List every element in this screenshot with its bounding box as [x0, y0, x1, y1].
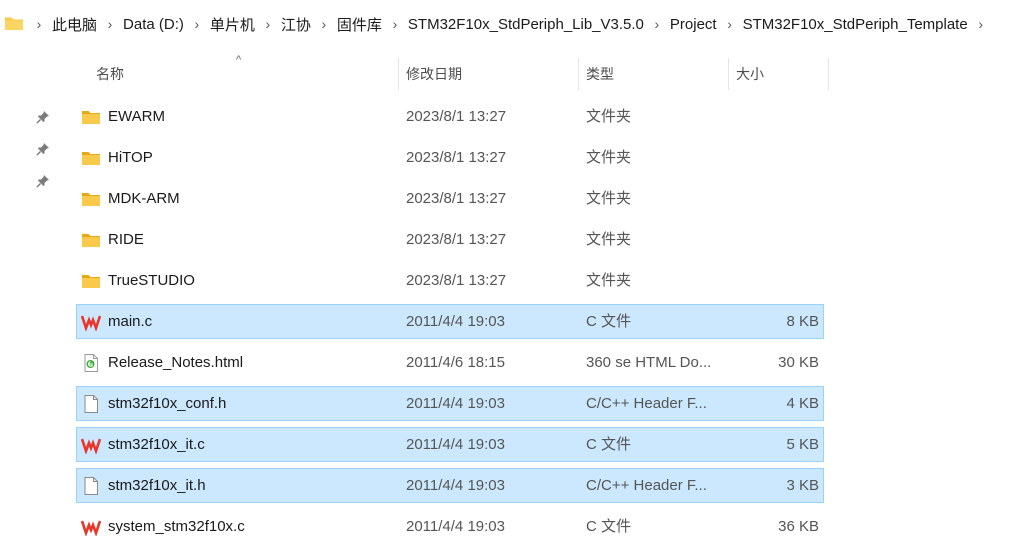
file-name: TrueSTUDIO: [108, 272, 195, 289]
sort-ascending-icon: ^: [236, 54, 242, 66]
file-date: 2023/8/1 13:27: [406, 272, 507, 289]
blank-file-icon: [81, 395, 101, 413]
file-date: 2011/4/4 19:03: [406, 436, 505, 453]
breadcrumb-item[interactable]: STM32F10x_StdPeriph_Lib_V3.5.0: [406, 16, 646, 33]
breadcrumb-item[interactable]: STM32F10x_StdPeriph_Template: [741, 16, 970, 33]
file-row[interactable]: TrueSTUDIO 2023/8/1 13:27 文件夹: [76, 263, 824, 298]
file-type: 文件夹: [586, 108, 632, 125]
file-date: 2011/4/4 19:03: [406, 477, 505, 494]
wps-file-icon: [80, 436, 102, 455]
file-type: C 文件: [586, 436, 632, 453]
file-date: 2011/4/6 18:15: [406, 354, 505, 371]
file-name: Release_Notes.html: [108, 354, 244, 371]
file-row[interactable]: system_stm32f10x.c 2011/4/4 19:03 C 文件 36 K…: [76, 509, 824, 544]
file-size: 5 KB: [786, 436, 819, 453]
folder-icon: [81, 272, 101, 290]
chevron-right-icon[interactable]: ›: [30, 16, 48, 32]
chevron-right-icon[interactable]: ›: [101, 16, 119, 32]
file-size: 36 KB: [778, 518, 819, 535]
breadcrumb: › 此电脑 › Data (D:) › 单片机 › 江协 › 固件库 › STM32F10x_StdP…: [28, 0, 992, 48]
file-name: system_stm32f10x.c: [108, 518, 245, 535]
file-name: RIDE: [108, 231, 144, 248]
file-date: 2023/8/1 13:27: [406, 190, 507, 207]
chevron-right-icon[interactable]: ›: [648, 16, 666, 32]
file-size: 8 KB: [786, 313, 819, 330]
file-row[interactable]: HiTOP 2023/8/1 13:27 文件夹: [76, 140, 824, 175]
file-type: C/C++ Header F...: [586, 395, 707, 412]
column-divider[interactable]: [728, 58, 729, 90]
file-date: 2011/4/4 19:03: [406, 395, 505, 412]
file-name: stm32f10x_it.h: [108, 477, 206, 494]
file-name: MDK-ARM: [108, 190, 180, 207]
folder-icon: [81, 108, 101, 126]
file-size: 30 KB: [778, 354, 819, 371]
folder-icon: [81, 149, 101, 167]
column-divider[interactable]: [398, 58, 399, 90]
file-row[interactable]: Release_Notes.html 2011/4/6 18:15 360 se H…: [76, 345, 824, 380]
breadcrumb-item[interactable]: 江协: [279, 14, 313, 35]
chevron-right-icon[interactable]: ›: [188, 16, 206, 32]
file-row[interactable]: stm32f10x_it.h 2011/4/4 19:03 C/C++ Header…: [76, 468, 824, 503]
file-date: 2023/8/1 13:27: [406, 231, 507, 248]
file-name: HiTOP: [108, 149, 153, 166]
html-file-icon: [81, 354, 101, 372]
file-row[interactable]: MDK-ARM 2023/8/1 13:27 文件夹: [76, 181, 824, 216]
address-bar[interactable]: › 此电脑 › Data (D:) › 单片机 › 江协 › 固件库 › STM32F10x_StdP…: [0, 0, 1029, 48]
wps-file-icon: [80, 313, 102, 332]
file-type: C 文件: [586, 313, 632, 330]
file-type: 文件夹: [586, 272, 632, 289]
file-row[interactable]: stm32f10x_conf.h 2011/4/4 19:03 C/C++ Head…: [76, 386, 824, 421]
column-type-header[interactable]: 类型: [586, 56, 614, 92]
blank-file-icon: [81, 477, 101, 495]
breadcrumb-item[interactable]: Project: [668, 16, 719, 33]
folder-icon: [81, 190, 101, 208]
file-type: 文件夹: [586, 149, 632, 166]
wps-file-icon: [80, 518, 102, 537]
file-type: 文件夹: [586, 231, 632, 248]
column-date-header[interactable]: 修改日期: [406, 56, 462, 92]
file-date: 2011/4/4 19:03: [406, 518, 505, 535]
file-row[interactable]: EWARM 2023/8/1 13:27 文件夹: [76, 99, 824, 134]
breadcrumb-item[interactable]: Data (D:): [121, 16, 186, 33]
folder-icon: [5, 17, 23, 30]
chevron-right-icon[interactable]: ›: [386, 16, 404, 32]
breadcrumb-item[interactable]: 单片机: [208, 14, 257, 35]
file-name: main.c: [108, 313, 153, 330]
file-type: 文件夹: [586, 190, 632, 207]
breadcrumb-item[interactable]: 此电脑: [50, 14, 99, 35]
chevron-right-icon[interactable]: ›: [721, 16, 739, 32]
chevron-right-icon[interactable]: ›: [315, 16, 333, 32]
file-row[interactable]: stm32f10x_it.c 2011/4/4 19:03 C 文件 5 KB: [76, 427, 824, 462]
file-type: C 文件: [586, 518, 632, 535]
pin-icon[interactable]: [36, 142, 50, 156]
file-size: 3 KB: [786, 477, 819, 494]
file-name: stm32f10x_it.c: [108, 436, 205, 453]
breadcrumb-item[interactable]: 固件库: [335, 14, 384, 35]
file-name: EWARM: [108, 108, 165, 125]
file-date: 2023/8/1 13:27: [406, 108, 507, 125]
file-date: 2023/8/1 13:27: [406, 149, 507, 166]
file-type: C/C++ Header F...: [586, 477, 707, 494]
folder-icon: [81, 231, 101, 249]
column-divider[interactable]: [578, 58, 579, 90]
file-row[interactable]: main.c 2011/4/4 19:03 C 文件 8 KB: [76, 304, 824, 339]
pin-icon[interactable]: [36, 174, 50, 188]
pin-icon[interactable]: [36, 110, 50, 124]
column-name-header[interactable]: 名称: [96, 56, 124, 92]
file-type: 360 se HTML Do...: [586, 354, 712, 371]
chevron-right-icon[interactable]: ›: [972, 16, 990, 32]
file-size: 4 KB: [786, 395, 819, 412]
column-size-header[interactable]: 大小: [736, 56, 764, 92]
file-date: 2011/4/4 19:03: [406, 313, 505, 330]
chevron-right-icon[interactable]: ›: [259, 16, 277, 32]
column-divider[interactable]: [828, 58, 829, 90]
file-row[interactable]: RIDE 2023/8/1 13:27 文件夹: [76, 222, 824, 257]
file-name: stm32f10x_conf.h: [108, 395, 227, 412]
column-header: 名称 ^ 修改日期 类型 大小: [76, 54, 836, 92]
